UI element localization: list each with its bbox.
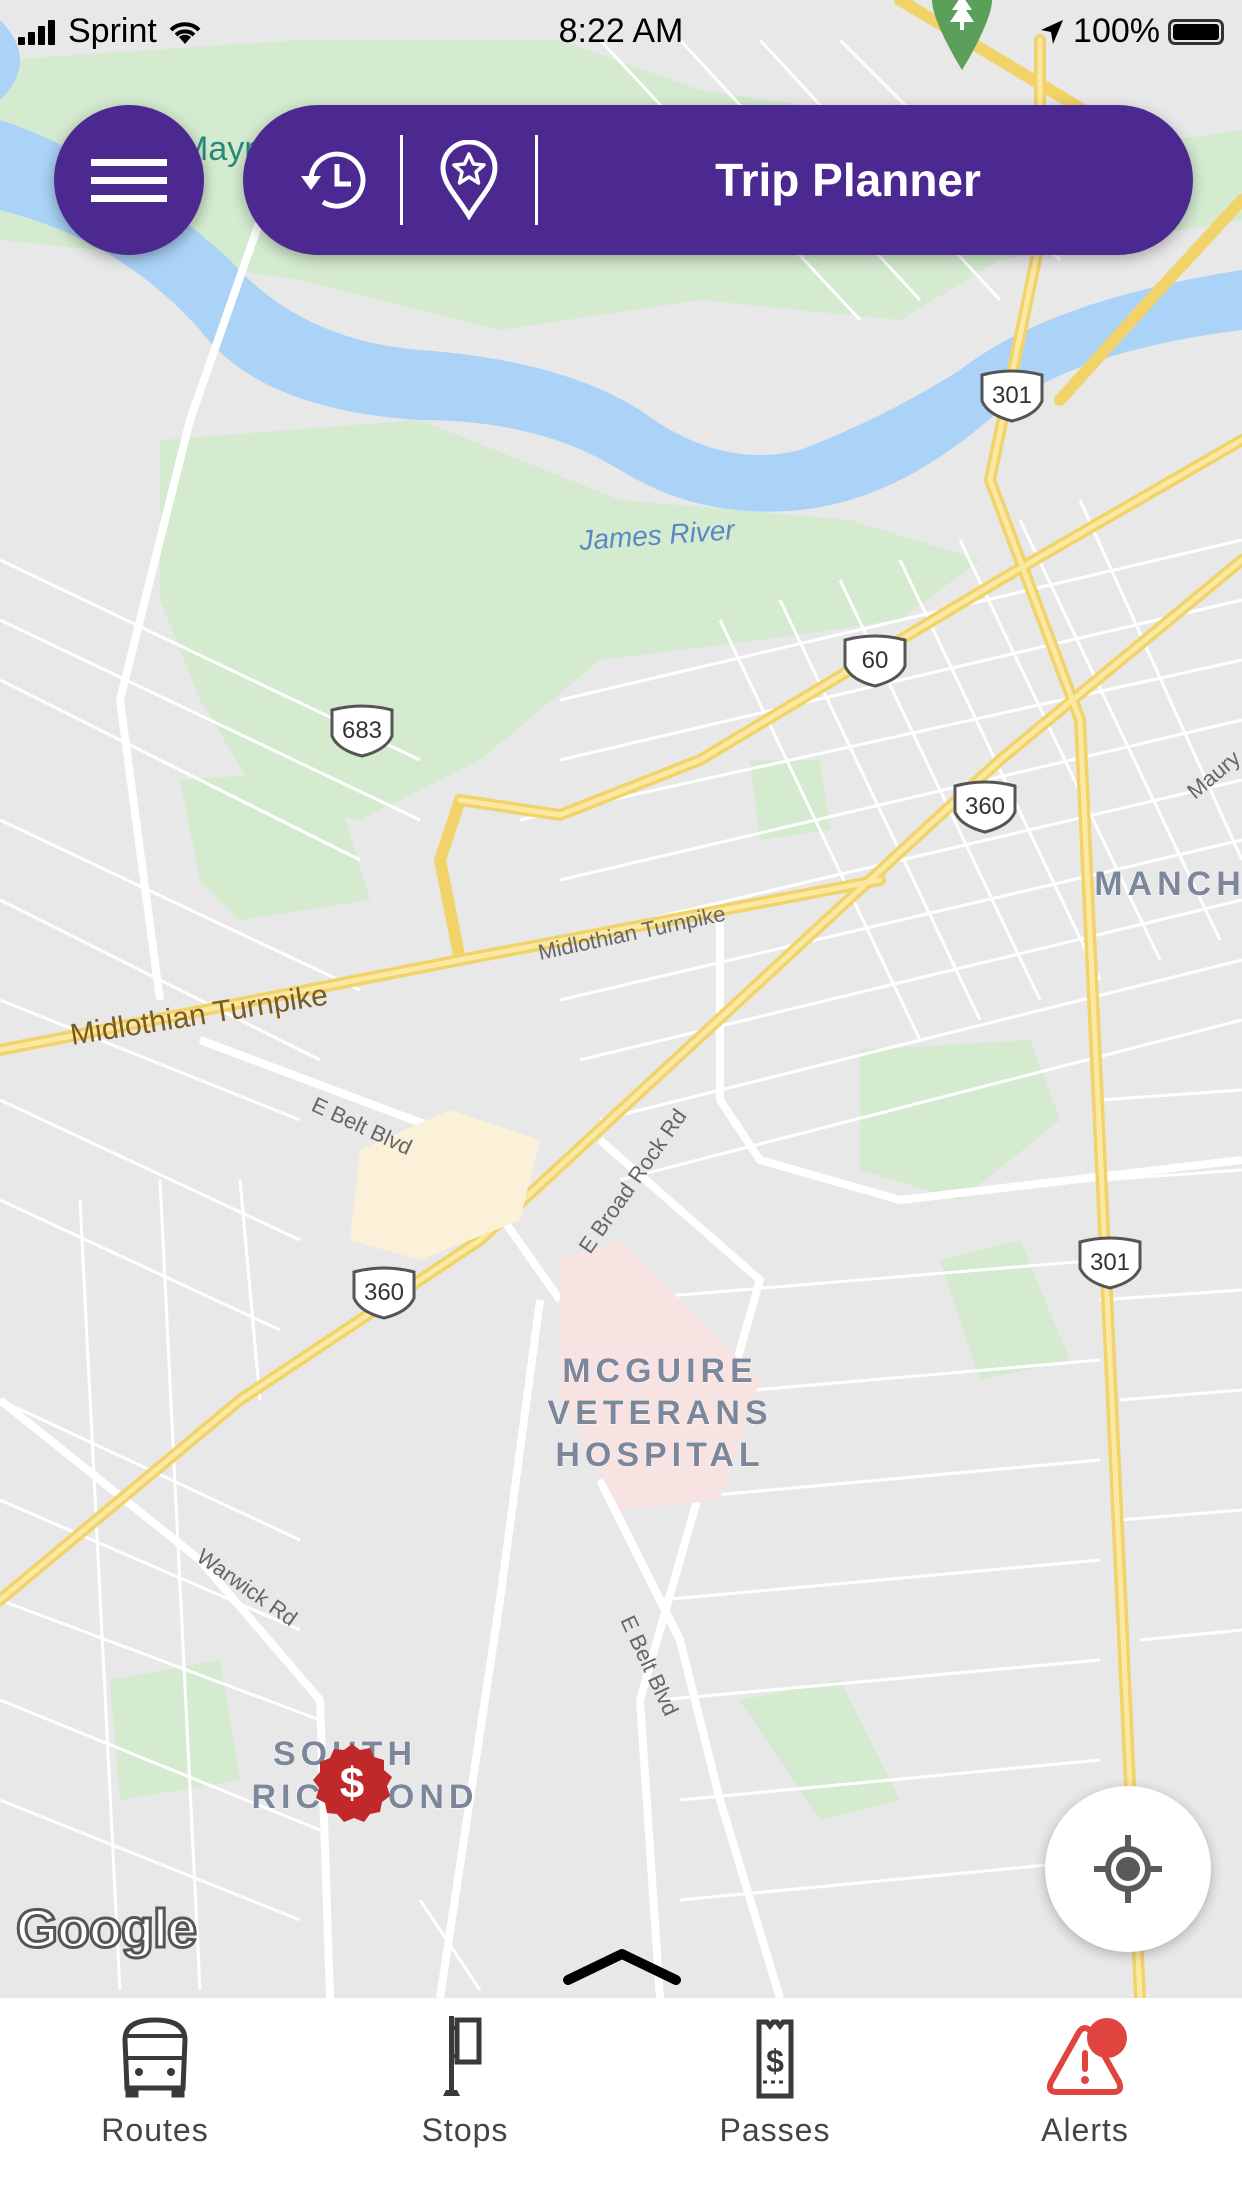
dollar-sign: $ (340, 1759, 364, 1808)
bus-stop-sign-icon (443, 2016, 482, 2096)
notification-badge (1087, 2018, 1127, 2058)
bus-icon (122, 2017, 188, 2098)
svg-text:683: 683 (342, 717, 382, 744)
history-icon[interactable] (293, 140, 373, 220)
map-label-hospital-2: VETERANS (547, 1394, 772, 1432)
highway-shield-301: 301 (1078, 1236, 1142, 1290)
map-label-manchester: MANCH (1094, 865, 1242, 903)
google-logo: Google (15, 1898, 199, 1961)
trip-planner-bar: Trip Planner (243, 105, 1193, 255)
drawer-handle-chevron-up-icon[interactable] (560, 1944, 684, 1990)
highway-shield-360: 360 (953, 780, 1017, 834)
status-bar: Sprint 8:22 AM 100% (0, 0, 1242, 62)
tab-label: Alerts (1041, 2112, 1129, 2148)
svg-text:301: 301 (1090, 1249, 1130, 1276)
location-arrow-icon (1041, 19, 1064, 44)
svg-text:60: 60 (862, 647, 889, 674)
favorite-location-icon[interactable] (429, 140, 509, 220)
my-location-icon (1094, 1835, 1162, 1903)
trip-planner-title[interactable]: Trip Planner (543, 105, 1153, 255)
tab-passes[interactable]: $ Passes (620, 1998, 930, 2168)
tab-stops[interactable]: Stops (310, 1998, 620, 2168)
battery-icon (1168, 18, 1224, 45)
tab-alerts[interactable]: Alerts (930, 1998, 1240, 2168)
battery-percent: 100% (1073, 12, 1160, 50)
highway-shield-683: 683 (330, 704, 394, 758)
alert-triangle-icon (1046, 2018, 1127, 2095)
tab-label: Passes (719, 2112, 831, 2148)
map-label-hospital-1: MCGUIRE (562, 1352, 758, 1390)
tab-routes[interactable]: Routes (0, 1998, 310, 2168)
map-view[interactable]: 30160683360360301 James River Midlothian… (0, 0, 1242, 1998)
hamburger-icon (91, 148, 167, 213)
ticket-pass-icon: $ (756, 2019, 794, 2099)
menu-button[interactable] (54, 105, 204, 255)
highway-shield-360: 360 (352, 1266, 416, 1320)
my-location-button[interactable] (1045, 1786, 1211, 1952)
map-label-hospital-3: HOSPITAL (555, 1436, 764, 1474)
svg-text:360: 360 (364, 1279, 404, 1306)
svg-text:$: $ (766, 2043, 784, 2079)
tab-label: Stops (421, 2112, 509, 2148)
highway-shield-301: 301 (980, 369, 1044, 423)
svg-text:301: 301 (992, 382, 1032, 409)
separator (535, 135, 538, 225)
tab-label: Routes (101, 2112, 209, 2148)
bottom-tab-bar: Routes Stops $ Passes Alerts (0, 1998, 1242, 2208)
separator (400, 135, 403, 225)
svg-text:360: 360 (965, 793, 1005, 820)
highway-shield-60: 60 (843, 634, 907, 688)
fare-outlet-marker[interactable]: $ (310, 1742, 394, 1826)
